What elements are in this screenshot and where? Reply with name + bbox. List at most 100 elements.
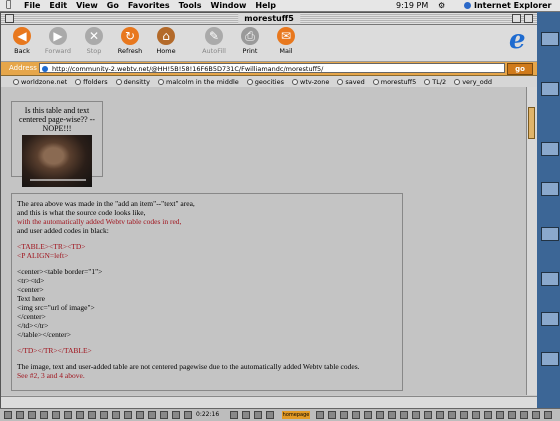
desktop-file-icon[interactable] — [541, 227, 559, 241]
menu-tools[interactable]: Tools — [179, 0, 202, 11]
control-strip-item[interactable] — [412, 411, 420, 419]
homepage-strip-button[interactable]: homepage — [282, 411, 310, 419]
desktop-file-icon[interactable] — [541, 352, 559, 366]
control-strip-item[interactable] — [448, 411, 456, 419]
user-code-line: <tr><td> — [17, 276, 45, 285]
control-strip-item[interactable] — [472, 411, 480, 419]
menu-edit[interactable]: Edit — [49, 0, 67, 11]
favorite-page-icon — [75, 79, 82, 85]
control-strip-item[interactable] — [496, 411, 504, 419]
control-strip-item[interactable] — [100, 411, 108, 419]
mail-label: Mail — [279, 47, 293, 55]
control-strip-item[interactable] — [316, 411, 324, 419]
control-strip-item[interactable] — [4, 411, 12, 419]
control-strip-item[interactable] — [460, 411, 468, 419]
menu-help[interactable]: Help — [255, 0, 276, 11]
apple-menu-icon[interactable]:  — [6, 0, 11, 11]
control-strip-item[interactable] — [424, 411, 432, 419]
refresh-label: Refresh — [117, 47, 143, 55]
ie-logo-icon[interactable]: e — [509, 27, 531, 53]
menu-file[interactable]: File — [24, 0, 40, 11]
control-strip-item[interactable] — [328, 411, 336, 419]
control-strip-item[interactable] — [508, 411, 516, 419]
desktop-file-icon[interactable] — [541, 272, 559, 286]
control-strip-item[interactable] — [340, 411, 348, 419]
home-button[interactable]: ⌂ Home — [149, 27, 183, 55]
menu-view[interactable]: View — [76, 0, 98, 11]
desktop-file-icon[interactable] — [541, 32, 559, 46]
scroll-thumb[interactable] — [528, 107, 535, 139]
collapse-box[interactable] — [524, 14, 533, 23]
control-strip-item[interactable] — [400, 411, 408, 419]
home-label: Home — [156, 47, 176, 55]
control-strip-item[interactable] — [544, 411, 552, 419]
control-strip-item[interactable] — [242, 411, 250, 419]
forward-button[interactable]: ▶ Forward — [41, 27, 75, 55]
application-menu[interactable]: Internet Explorer — [474, 0, 552, 11]
forward-label: Forward — [44, 47, 72, 55]
control-strip-item[interactable] — [376, 411, 384, 419]
favorite-page-icon — [246, 79, 253, 85]
address-field[interactable]: http://community-2.webtv.net/@HH!5B!58!1… — [39, 63, 505, 73]
control-strip-item[interactable] — [124, 411, 132, 419]
vertical-scrollbar[interactable] — [526, 87, 537, 395]
control-strip-item[interactable] — [364, 411, 372, 419]
desktop-file-icon[interactable] — [541, 142, 559, 156]
control-strip-item[interactable] — [64, 411, 72, 419]
timer-display[interactable]: 0:22:16 — [196, 409, 219, 421]
back-button[interactable]: ◀ Back — [5, 27, 39, 55]
control-strip-item[interactable] — [254, 411, 262, 419]
webtv-code-line: <TABLE><TR><TD> — [17, 242, 86, 251]
desktop-file-icon[interactable] — [541, 82, 559, 96]
control-strip-item[interactable] — [484, 411, 492, 419]
autofill-icon: ✎ — [205, 27, 223, 45]
control-strip-item[interactable] — [28, 411, 36, 419]
refresh-icon: ↻ — [121, 27, 139, 45]
control-strip-item[interactable] — [230, 411, 238, 419]
stop-label: Stop — [86, 47, 102, 55]
menu-favorites[interactable]: Favorites — [128, 0, 170, 11]
go-button[interactable]: go — [507, 63, 533, 75]
favorite-page-icon — [115, 79, 122, 85]
page-content[interactable]: Is this table and text centered page-wis… — [1, 87, 527, 395]
control-strip-item[interactable] — [532, 411, 540, 419]
control-strip-item[interactable] — [160, 411, 168, 419]
control-strip-item[interactable] — [88, 411, 96, 419]
conclusion-line-red: See #2, 3 and 4 above. — [17, 371, 85, 380]
control-strip-item[interactable] — [112, 411, 120, 419]
desktop-file-icon[interactable] — [541, 182, 559, 196]
control-strip-item[interactable] — [16, 411, 24, 419]
close-box[interactable] — [5, 14, 14, 23]
print-button[interactable]: ⎙ Print — [233, 27, 267, 55]
favorite-page-icon — [157, 79, 164, 85]
control-strip-item[interactable] — [266, 411, 274, 419]
menubar-clock[interactable]: 9:19 PM — [396, 0, 428, 11]
control-strip-item[interactable] — [136, 411, 144, 419]
control-strip-item[interactable] — [148, 411, 156, 419]
menu-window[interactable]: Window — [211, 0, 247, 11]
menu-go[interactable]: Go — [107, 0, 119, 11]
clock-icon[interactable] — [184, 411, 192, 419]
explanation-line: The area above was made in the "add an i… — [17, 199, 195, 208]
refresh-button[interactable]: ↻ Refresh — [113, 27, 147, 55]
user-code-line: </center> — [17, 312, 46, 321]
control-strip-item[interactable] — [436, 411, 444, 419]
favorite-page-icon — [13, 79, 19, 85]
control-strip-icon[interactable]: ⚙ — [438, 0, 445, 11]
page-icon[interactable] — [42, 66, 48, 72]
stop-button[interactable]: ✕ Stop — [77, 27, 111, 55]
control-strip-item[interactable] — [520, 411, 528, 419]
zoom-box[interactable] — [512, 14, 521, 23]
title-bar[interactable]: morestuff5 — [1, 13, 537, 25]
autofill-button[interactable]: ✎ AutoFill — [197, 27, 231, 55]
user-code-line: </table></center> — [17, 330, 71, 339]
control-strip-item[interactable] — [388, 411, 396, 419]
control-strip-item[interactable] — [40, 411, 48, 419]
mail-button[interactable]: ✉ Mail — [269, 27, 303, 55]
control-strip-item[interactable] — [52, 411, 60, 419]
control-strip-item[interactable] — [352, 411, 360, 419]
control-strip-item[interactable] — [172, 411, 180, 419]
control-strip-item[interactable] — [76, 411, 84, 419]
menu-list: File Edit View Go Favorites Tools Window… — [24, 0, 276, 11]
desktop-file-icon[interactable] — [541, 312, 559, 326]
